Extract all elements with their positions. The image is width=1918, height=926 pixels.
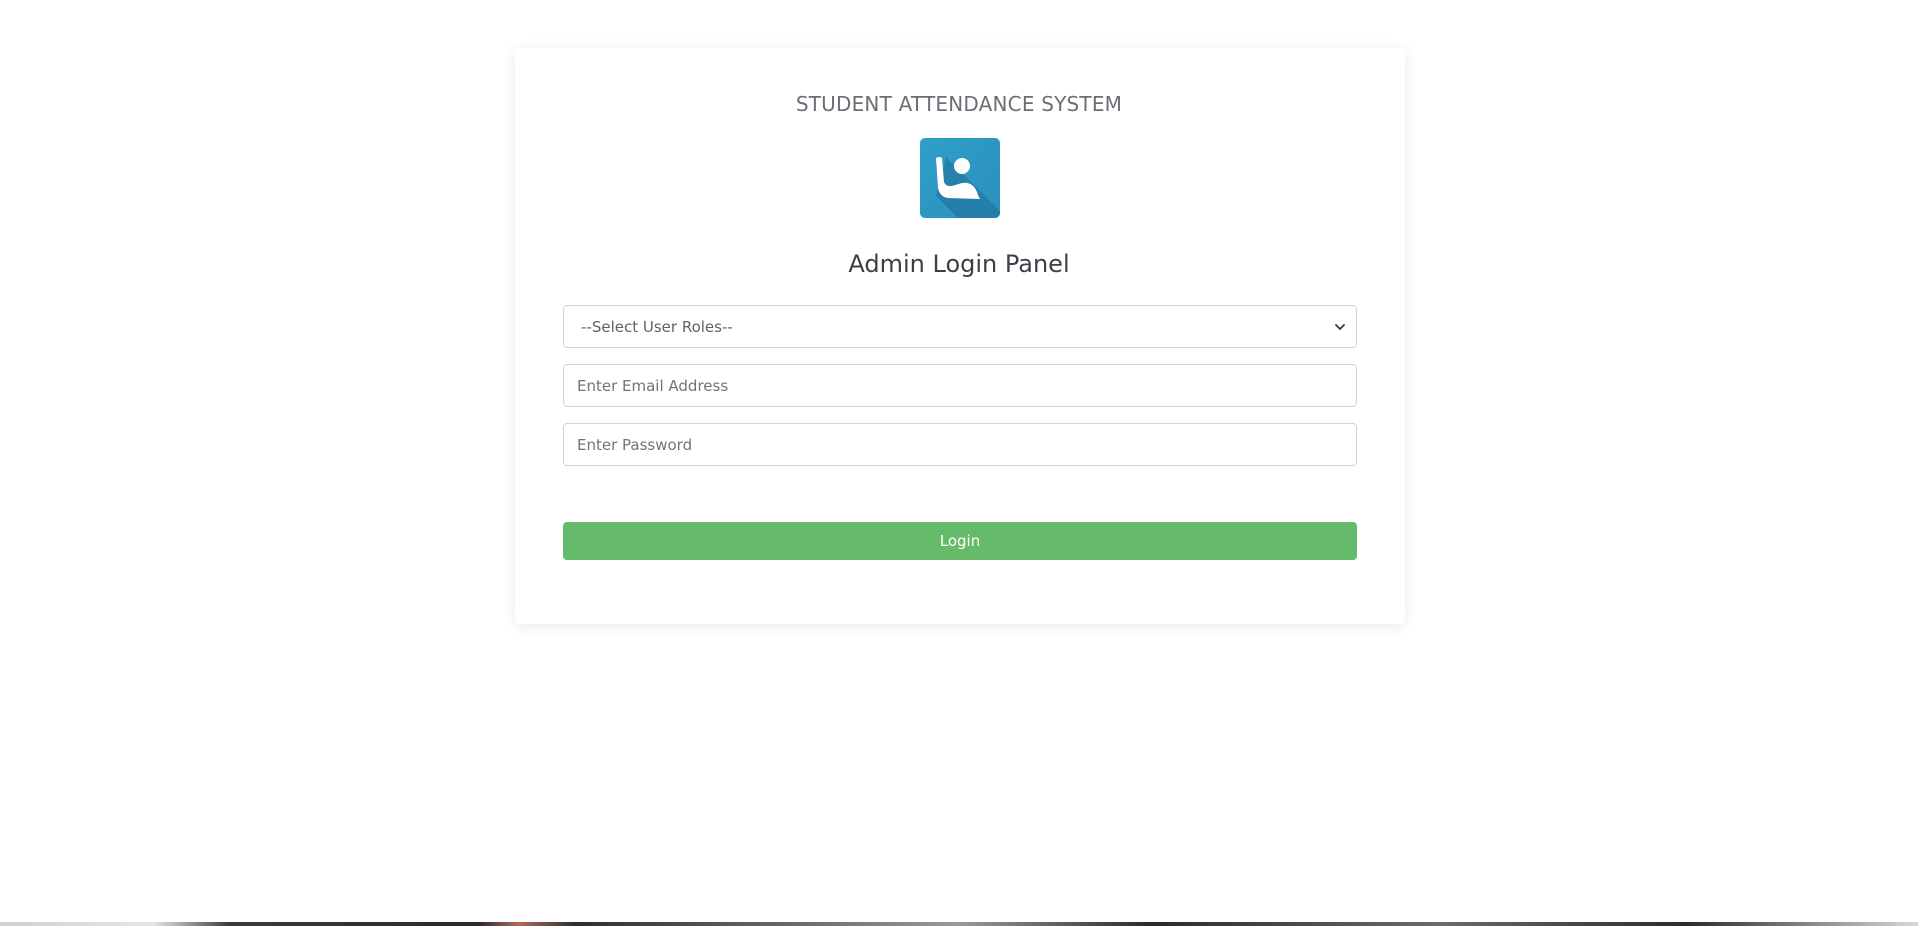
password-input[interactable] (563, 423, 1357, 466)
login-page: STUDENT ATTENDANCE SYSTEM Admin Login Pa… (0, 0, 1918, 926)
student-raising-hand-icon (920, 138, 1000, 218)
background-image-edge (0, 922, 1918, 926)
chevron-down-icon (1335, 323, 1345, 330)
login-button[interactable]: Login (563, 522, 1357, 560)
user-role-select-value: --Select User Roles-- (581, 317, 733, 336)
system-title: STUDENT ATTENDANCE SYSTEM (795, 92, 1123, 116)
panel-title: Admin Login Panel (848, 250, 1070, 278)
user-role-select[interactable]: --Select User Roles-- (563, 305, 1357, 348)
email-input[interactable] (563, 364, 1357, 407)
